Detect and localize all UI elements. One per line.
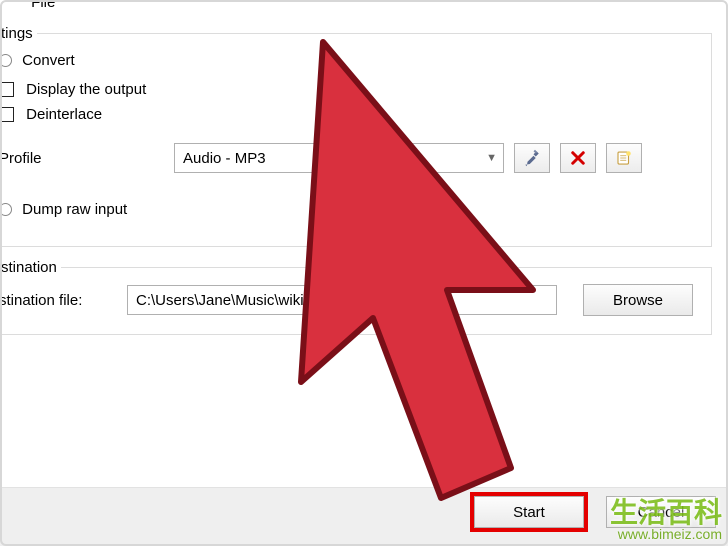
edit-profile-button[interactable] — [514, 143, 550, 173]
browse-button[interactable]: Browse — [583, 284, 693, 316]
destination-file-input[interactable]: C:\Users\Jane\Music\wikiHow Audio. — [127, 285, 557, 315]
chevron-down-icon: ▼ — [486, 152, 497, 164]
cancel-button[interactable]: Cancel — [606, 496, 716, 528]
delete-profile-button[interactable] — [560, 143, 596, 173]
delete-icon — [569, 149, 587, 167]
type-value: File — [31, 0, 55, 11]
radio-icon — [0, 54, 12, 67]
profile-value: Audio - MP3 — [183, 150, 266, 167]
profile-dropdown[interactable]: Audio - MP3 ▼ — [174, 143, 504, 173]
display-output-checkbox[interactable]: Display the output — [0, 81, 693, 98]
deinterlace-checkbox[interactable]: Deinterlace — [0, 106, 693, 123]
tools-icon — [523, 149, 541, 167]
deinterlace-label: Deinterlace — [26, 106, 102, 123]
destination-legend: stination — [0, 259, 61, 276]
display-output-label: Display the output — [26, 81, 146, 98]
start-button[interactable]: Start — [474, 496, 584, 528]
type-label: e: — [0, 0, 27, 11]
dump-raw-label: Dump raw input — [22, 201, 127, 218]
destination-file-label: stination file: — [0, 292, 127, 309]
new-profile-icon — [615, 149, 633, 167]
convert-label: Convert — [22, 52, 75, 69]
checkbox-icon — [0, 107, 14, 122]
destination-file-value: C:\Users\Jane\Music\wikiHow Audio. — [136, 292, 379, 309]
profile-label: Profile — [0, 150, 174, 167]
checkbox-icon — [0, 82, 14, 97]
dialog-button-bar: Start Cancel — [0, 487, 728, 546]
destination-group: stination stination file: C:\Users\Jane\… — [0, 259, 712, 335]
radio-icon — [0, 203, 12, 216]
settings-legend: tings — [0, 25, 37, 42]
new-profile-button[interactable] — [606, 143, 642, 173]
convert-radio[interactable]: Convert — [0, 52, 693, 69]
settings-group: tings Convert Display the output Deinter… — [0, 25, 712, 247]
